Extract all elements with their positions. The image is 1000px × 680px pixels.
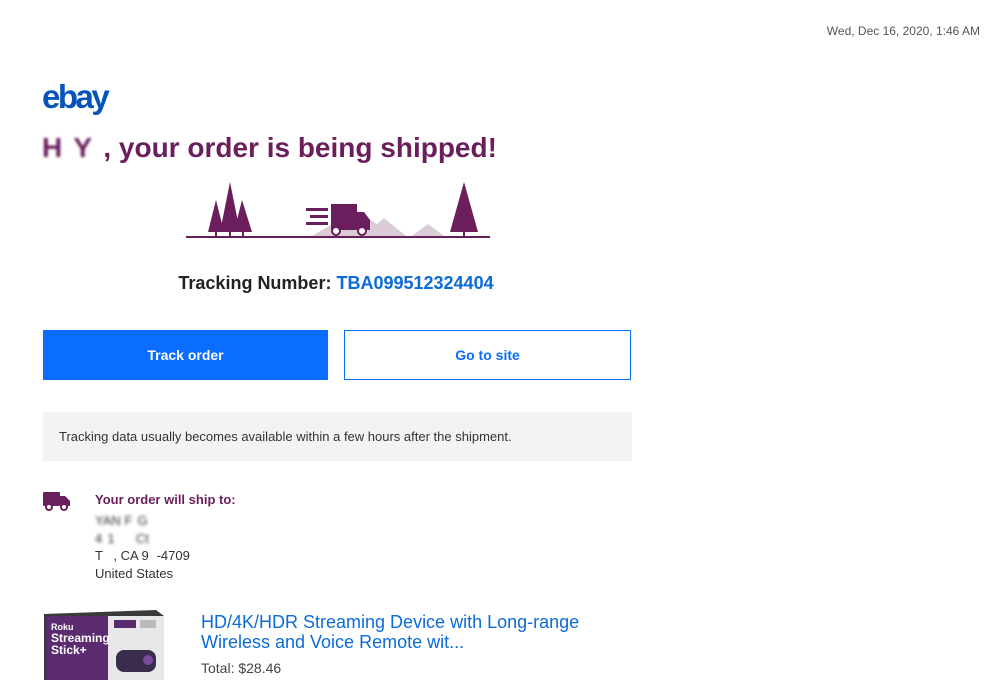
ebay-logo[interactable]: ebay	[42, 78, 110, 116]
tracking-notice: Tracking data usually becomes available …	[43, 412, 632, 461]
address-line-street: 4 1 Ct	[95, 531, 149, 546]
product-image[interactable]: Roku Streaming Stick+	[44, 610, 166, 680]
product-title-link[interactable]: HD/4K/HDR Streaming Device with Long-ran…	[201, 612, 641, 652]
go-to-site-button[interactable]: Go to site	[344, 330, 631, 380]
tracking-label: Tracking Number:	[178, 273, 332, 293]
shipping-illustration	[186, 182, 490, 238]
email-timestamp: Wed, Dec 16, 2020, 1:46 AM	[826, 24, 980, 38]
address-line-country: United States	[95, 566, 174, 581]
address-line-name: YAN F G	[95, 513, 148, 528]
address-line-city: T , CA 9 -4709	[95, 548, 190, 563]
tracking-info: Tracking Number: TBA099512324404	[0, 273, 672, 294]
truck-icon	[43, 492, 70, 511]
product-image-line2: Stick+	[51, 643, 87, 657]
recipient-name: H Y	[42, 132, 104, 163]
product-total: Total: $28.46	[201, 660, 282, 676]
headline-text: , your order is being shipped!	[103, 132, 497, 163]
page-title: H Y , your order is being shipped!	[42, 132, 497, 164]
ship-to-heading: Your order will ship to:	[95, 492, 236, 507]
track-order-button[interactable]: Track order	[43, 330, 328, 380]
tracking-number-link[interactable]: TBA099512324404	[336, 273, 493, 293]
